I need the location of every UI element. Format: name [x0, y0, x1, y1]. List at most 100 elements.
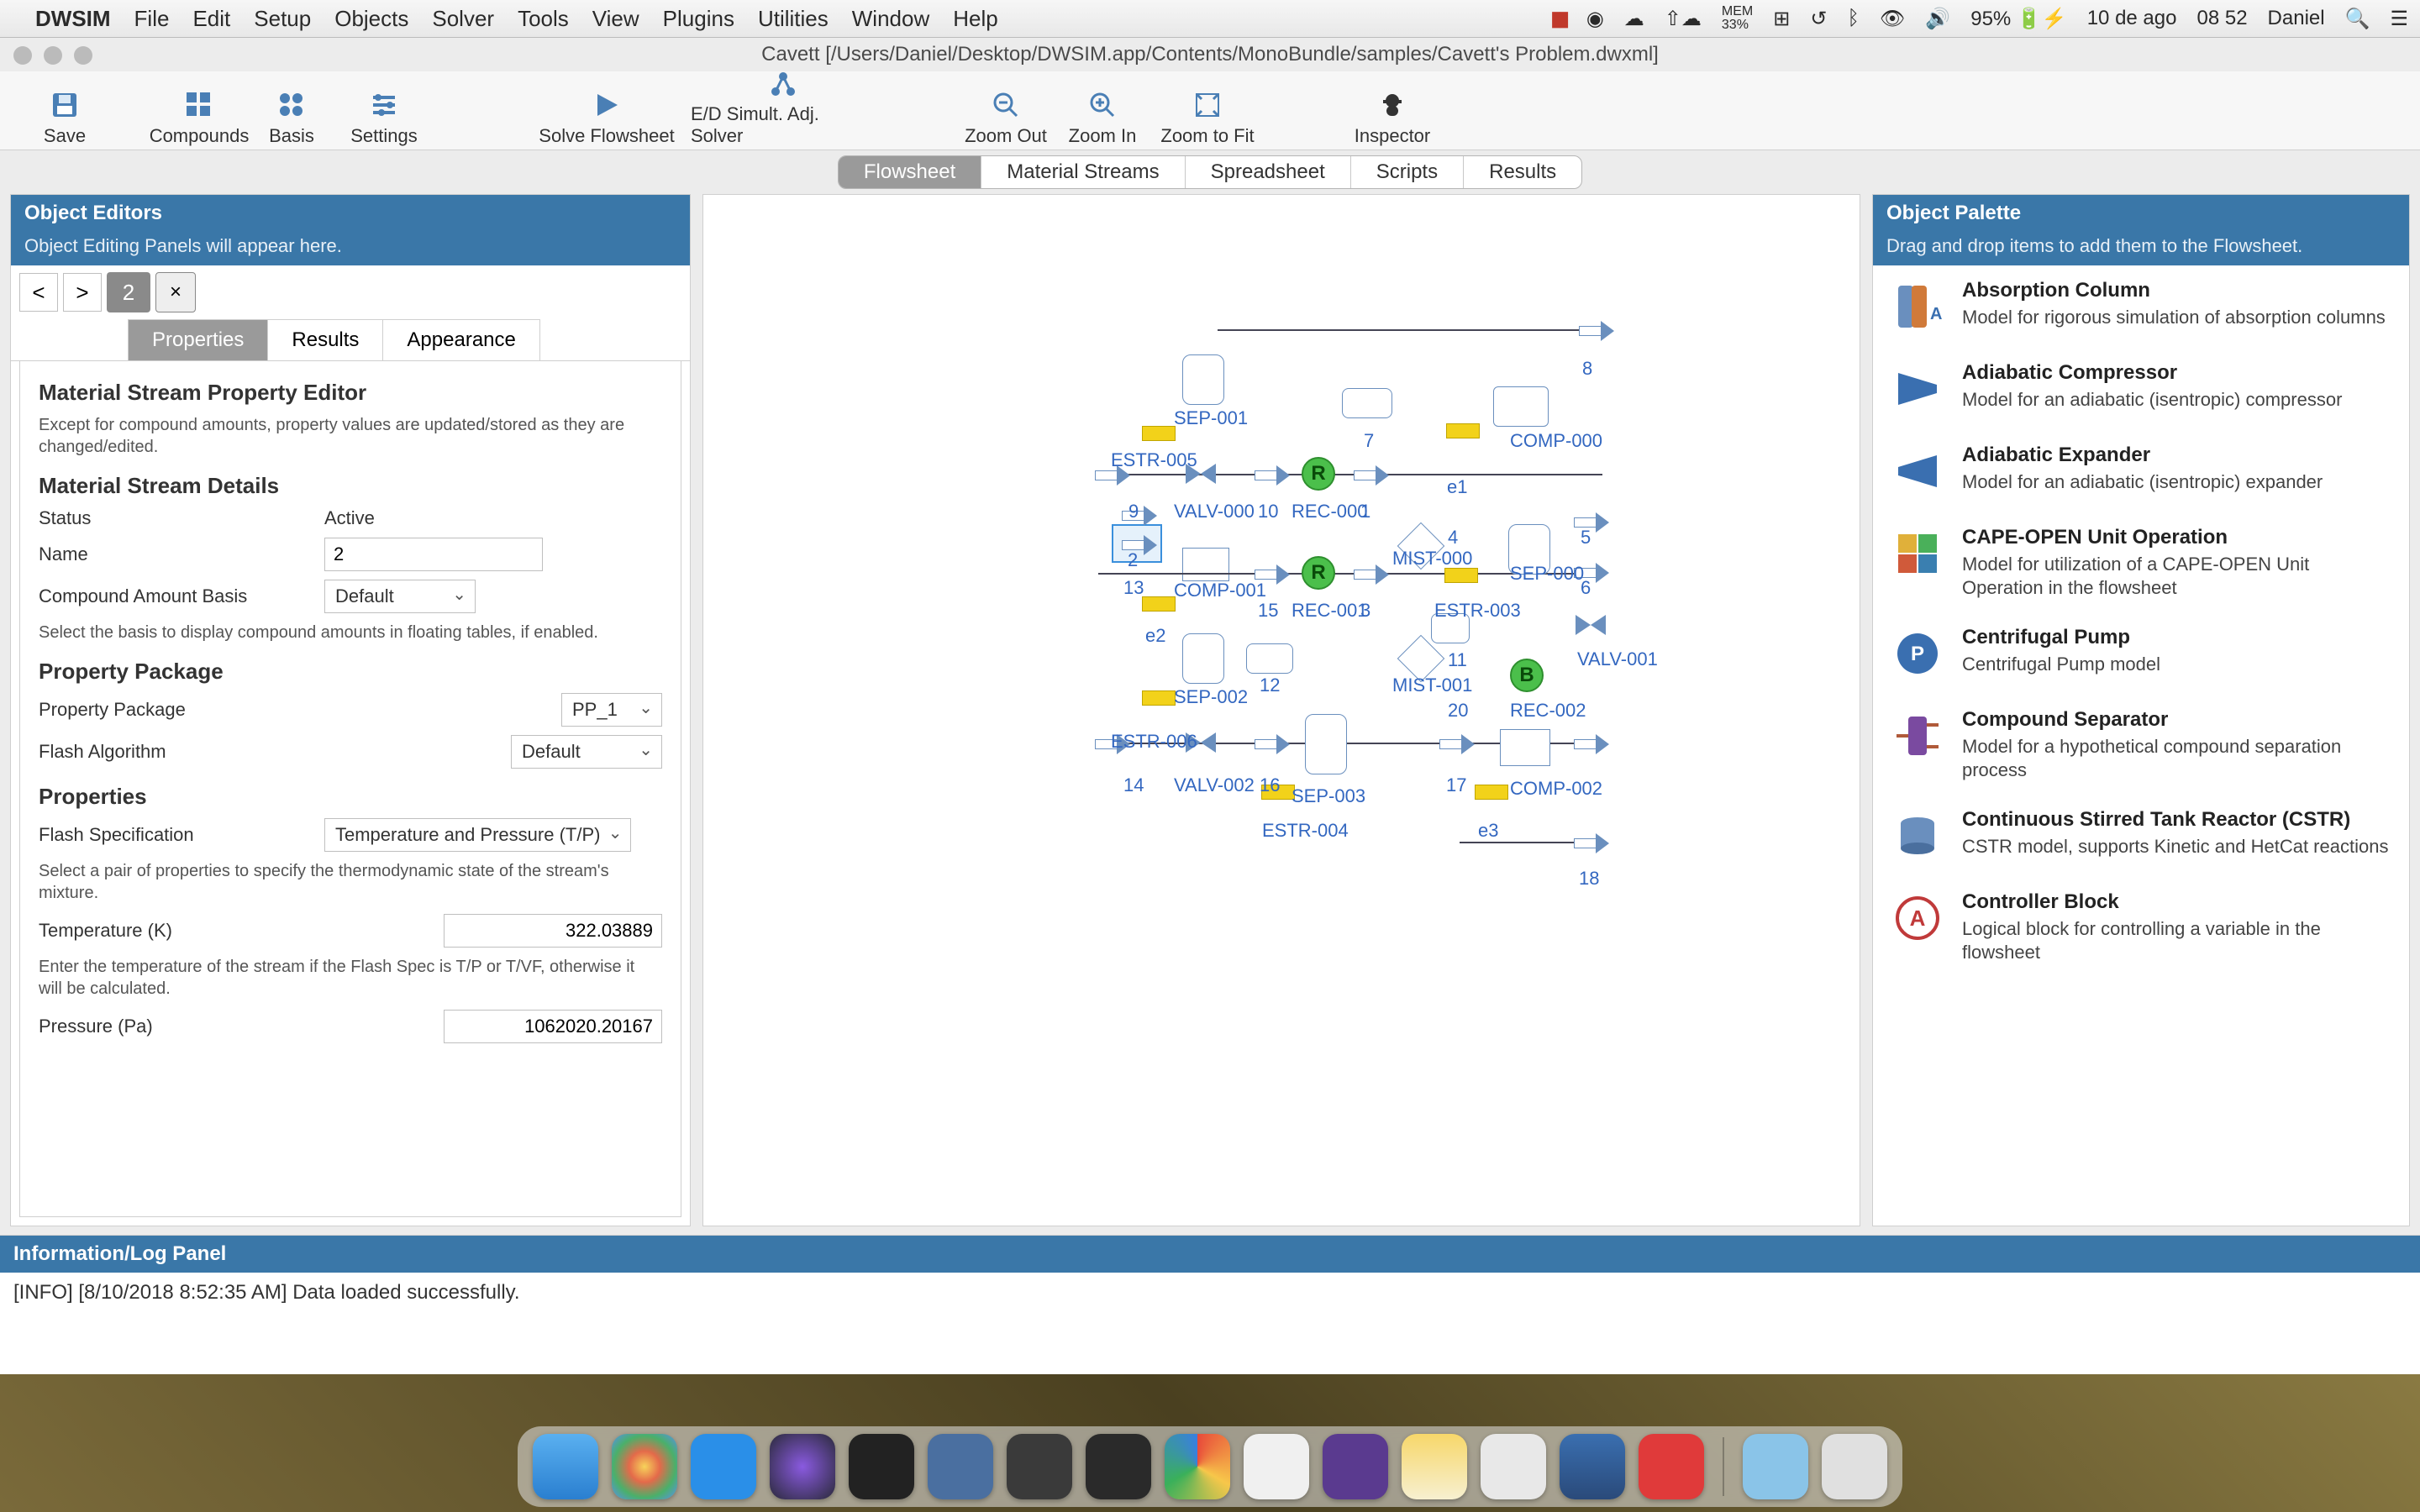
- flowsheet-label[interactable]: ESTR-006: [1111, 731, 1197, 753]
- dock-notes-icon[interactable]: [1402, 1434, 1467, 1499]
- palette-item[interactable]: PCentrifugal PumpCentrifugal Pump model: [1873, 612, 2409, 695]
- mem-indicator[interactable]: MEM 33%: [1722, 5, 1753, 32]
- flowsheet-label[interactable]: REC-001: [1292, 600, 1367, 622]
- flowsheet-label[interactable]: REC-002: [1510, 700, 1586, 722]
- menu-window[interactable]: Window: [852, 6, 929, 32]
- energy-stream-icon[interactable]: [1142, 426, 1176, 441]
- pause-icon[interactable]: ▮▮: [1550, 7, 1565, 31]
- dock-stocks-icon[interactable]: [1560, 1434, 1625, 1499]
- close-window-icon[interactable]: [13, 46, 32, 65]
- energy-stream-icon[interactable]: [1446, 423, 1480, 438]
- app-name[interactable]: DWSIM: [35, 6, 111, 32]
- flowsheet-label[interactable]: 3: [1360, 600, 1370, 622]
- menubar-date[interactable]: 10 de ago: [2087, 7, 2177, 30]
- unit-comp-000[interactable]: [1493, 386, 1549, 427]
- unit-valv-001[interactable]: [1576, 615, 1606, 635]
- palette-list[interactable]: ABAbsorption ColumnModel for rigorous si…: [1873, 265, 2409, 1226]
- macos-dock[interactable]: [518, 1426, 1902, 1507]
- stream-arrow-icon[interactable]: [1354, 465, 1391, 484]
- dock-finder-icon[interactable]: [533, 1434, 598, 1499]
- compounds-button[interactable]: Compounds: [153, 75, 245, 147]
- menu-objects[interactable]: Objects: [334, 6, 408, 32]
- minimize-window-icon[interactable]: [44, 46, 62, 65]
- energy-stream-icon[interactable]: [1444, 568, 1478, 583]
- flowsheet-label[interactable]: 15: [1258, 600, 1278, 622]
- settings-button[interactable]: Settings: [338, 75, 430, 147]
- dock-terminal-icon[interactable]: [849, 1434, 914, 1499]
- flowsheet-label[interactable]: SEP-001: [1174, 407, 1248, 429]
- palette-item[interactable]: Compound SeparatorModel for a hypothetic…: [1873, 695, 2409, 795]
- flowsheet-label[interactable]: ESTR-004: [1262, 820, 1349, 842]
- dock-trash-icon[interactable]: [1822, 1434, 1887, 1499]
- palette-item[interactable]: Adiabatic ExpanderModel for an adiabatic…: [1873, 430, 2409, 512]
- unit-rec-000[interactable]: R: [1302, 457, 1335, 491]
- editor-tab-close[interactable]: ×: [155, 272, 196, 312]
- energy-stream-icon[interactable]: [1475, 785, 1508, 800]
- tab-spreadsheet[interactable]: Spreadsheet: [1186, 156, 1351, 188]
- flowsheet-label[interactable]: 12: [1260, 675, 1280, 696]
- editor-tab-appearance[interactable]: Appearance: [382, 319, 539, 360]
- editor-body[interactable]: Material Stream Property Editor Except f…: [19, 361, 681, 1217]
- basis-button[interactable]: Basis: [254, 75, 329, 147]
- flowsheet-label[interactable]: MIST-000: [1392, 548, 1472, 570]
- flowsheet-label[interactable]: e1: [1447, 476, 1467, 498]
- basis-select[interactable]: Default: [324, 580, 476, 613]
- menu-help[interactable]: Help: [953, 6, 997, 32]
- zoom-window-icon[interactable]: [74, 46, 92, 65]
- menu-edit[interactable]: Edit: [192, 6, 230, 32]
- energy-stream-icon[interactable]: [1142, 596, 1176, 612]
- stream-arrow-icon[interactable]: [1574, 512, 1611, 531]
- menu-plugins[interactable]: Plugins: [663, 6, 734, 32]
- unit-comp-002[interactable]: [1500, 729, 1550, 766]
- flowsheet-label[interactable]: 6: [1581, 577, 1591, 599]
- solve-flowsheet-button[interactable]: Solve Flowsheet: [531, 75, 682, 147]
- timemachine-icon[interactable]: ↺: [1810, 7, 1827, 31]
- dock-photos-icon[interactable]: [612, 1434, 677, 1499]
- flowsheet-label[interactable]: 7: [1364, 430, 1374, 452]
- flowsheet-label[interactable]: MIST-001: [1392, 675, 1472, 696]
- palette-item[interactable]: AController BlockLogical block for contr…: [1873, 877, 2409, 977]
- stream-arrow-icon[interactable]: [1122, 506, 1159, 524]
- eye-icon[interactable]: 👁: [1880, 7, 1905, 31]
- flowsheet-label[interactable]: 5: [1581, 527, 1591, 549]
- flowsheet-label[interactable]: 10: [1258, 501, 1278, 522]
- flowsheet-label[interactable]: 13: [1123, 577, 1144, 599]
- menu-utilities[interactable]: Utilities: [758, 6, 829, 32]
- stream-arrow-icon[interactable]: [1255, 734, 1292, 753]
- cloud-icon[interactable]: ☁: [1624, 7, 1644, 31]
- dock-folder-icon[interactable]: [1743, 1434, 1808, 1499]
- editor-nav-next[interactable]: >: [63, 273, 102, 312]
- inspector-button[interactable]: Inspector: [1346, 75, 1439, 147]
- dock-mail-icon[interactable]: [1481, 1434, 1546, 1499]
- dock-app-icon-2[interactable]: [1086, 1434, 1151, 1499]
- stream-arrow-icon[interactable]: [1574, 734, 1611, 753]
- flowsheet-label[interactable]: COMP-001: [1174, 580, 1266, 601]
- flowsheet-label[interactable]: VALV-000: [1174, 501, 1255, 522]
- menubar-user[interactable]: Daniel: [2268, 7, 2325, 30]
- flowsheet-label[interactable]: 4: [1448, 527, 1458, 549]
- flowsheet-label[interactable]: VALV-002: [1174, 774, 1255, 796]
- unit-hex-7[interactable]: [1342, 388, 1392, 418]
- status-icon-1[interactable]: ◉: [1586, 7, 1604, 31]
- editor-tab-properties[interactable]: Properties: [128, 319, 268, 360]
- zoom-in-button[interactable]: Zoom In: [1060, 75, 1144, 147]
- flowsheet-label[interactable]: 1: [1360, 501, 1370, 522]
- window-traffic-lights[interactable]: [13, 46, 92, 65]
- flowsheet-canvas[interactable]: R R: [703, 195, 1860, 1226]
- dock-app-icon-3[interactable]: [1244, 1434, 1309, 1499]
- flowsheet-label[interactable]: COMP-002: [1510, 778, 1602, 800]
- flowsheet-label[interactable]: 20: [1448, 700, 1468, 722]
- save-button[interactable]: Save: [18, 75, 111, 147]
- tab-results[interactable]: Results: [1464, 156, 1581, 188]
- flowsheet-label[interactable]: SEP-003: [1292, 785, 1365, 807]
- dock-appstore-icon[interactable]: [691, 1434, 756, 1499]
- flowsheet-label[interactable]: 11: [1448, 649, 1467, 671]
- tab-flowsheet[interactable]: Flowsheet: [839, 156, 981, 188]
- flash-select[interactable]: Default: [511, 735, 662, 769]
- flowsheet-label[interactable]: COMP-000: [1510, 430, 1602, 452]
- flowsheet-label[interactable]: 16: [1260, 774, 1280, 796]
- dock-dwsim-icon[interactable]: [1639, 1434, 1704, 1499]
- unit-sep-001[interactable]: [1182, 354, 1224, 405]
- editor-tab-results[interactable]: Results: [267, 319, 383, 360]
- dock-vscode-icon[interactable]: [1323, 1434, 1388, 1499]
